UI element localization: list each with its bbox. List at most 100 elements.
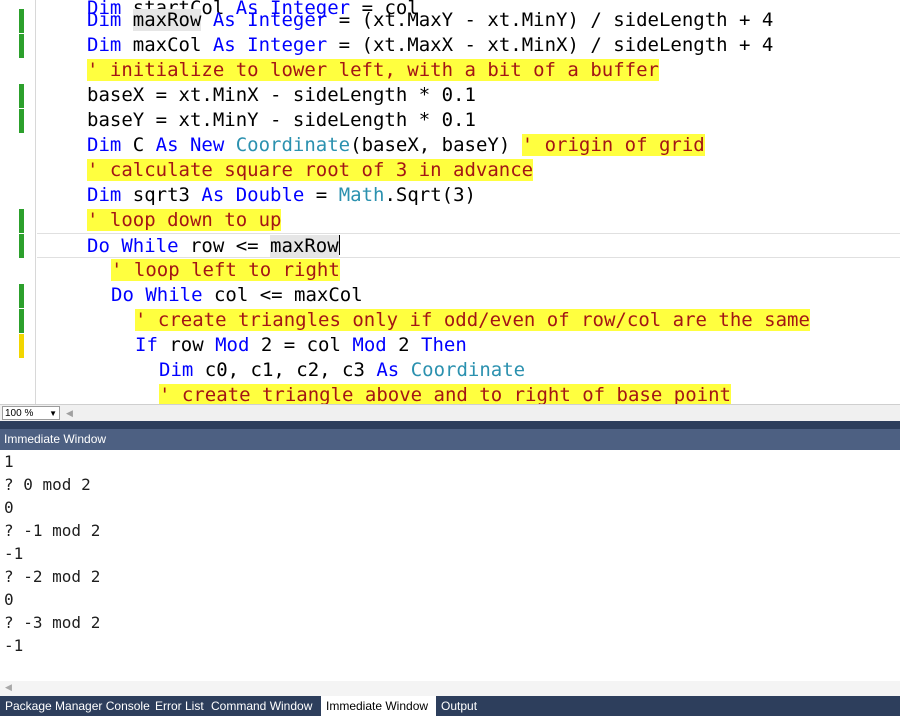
code-line[interactable]: ' loop down to up — [0, 208, 900, 233]
code-text: Do While row <= maxRow — [87, 234, 340, 259]
immediate-window-output[interactable]: 1 ? 0 mod 2 0 ? -1 mod 2 -1 ? -2 mod 2 0 ? -3 m… — [0, 450, 900, 681]
type-token: Coordinate — [410, 359, 526, 381]
change-marker-saved — [19, 34, 24, 58]
zoom-dropdown[interactable]: 100 % ▼ — [2, 406, 60, 420]
immediate-window-title: Immediate Window — [0, 429, 900, 450]
type-token: Coordinate — [235, 134, 351, 156]
code-line[interactable]: Dim sqrt3 As Double = Math.Sqrt(3) — [0, 183, 900, 208]
code-line[interactable]: If row Mod 2 = col Mod 2 Then — [0, 333, 900, 358]
keyword-token: As Integer — [201, 9, 328, 31]
code-token: C — [132, 134, 156, 156]
comment-token: ' loop down to up — [87, 209, 282, 231]
immediate-output-line: ? -3 mod 2 — [4, 613, 101, 632]
immediate-output-line: 0 — [4, 590, 14, 609]
code-line[interactable]: ' create triangles only if odd/even of r… — [0, 308, 900, 333]
comment-token: ' initialize to lower left, with a bit o… — [87, 59, 659, 81]
code-token: col <= maxCol — [213, 284, 363, 306]
keyword-token: As — [376, 359, 411, 381]
change-marker-saved — [19, 284, 24, 308]
comment-token: ' calculate square root of 3 in advance — [87, 159, 534, 181]
code-token: 2 = col — [260, 334, 353, 356]
code-text: baseX = xt.MinX - sideLength * 0.1 — [87, 83, 476, 108]
chevron-down-icon: ▼ — [49, 409, 57, 418]
keyword-token: Then — [421, 334, 467, 356]
code-line[interactable]: ' create triangle above and to right of … — [0, 383, 900, 404]
keyword-token: As New — [155, 134, 236, 156]
code-text: baseY = xt.MinY - sideLength * 0.1 — [87, 108, 476, 133]
comment-token: ' loop left to right — [111, 259, 340, 281]
change-marker-saved — [19, 84, 24, 108]
code-line[interactable]: baseX = xt.MinX - sideLength * 0.1 — [0, 83, 900, 108]
code-text: Do While col <= maxCol — [111, 283, 363, 308]
immediate-output-line: ? -1 mod 2 — [4, 521, 101, 540]
scroll-left-icon[interactable]: ◀ — [66, 408, 73, 419]
keyword-token: Dim — [87, 9, 133, 31]
change-marker-saved — [19, 9, 24, 33]
change-marker-saved — [19, 109, 24, 133]
code-line[interactable]: ' initialize to lower left, with a bit o… — [0, 58, 900, 83]
code-token: (baseX, baseY) — [350, 134, 522, 156]
keyword-token: Dim — [159, 359, 205, 381]
change-marker-saved — [19, 309, 24, 333]
code-token: maxCol — [132, 34, 213, 56]
change-marker-saved — [19, 234, 24, 258]
code-text: ' create triangles only if odd/even of r… — [135, 308, 810, 333]
code-token: baseY = xt.MinY - sideLength * 0.1 — [87, 109, 476, 131]
code-token: maxRow — [132, 9, 202, 31]
code-token: = (xt.MaxY - xt.MinY) / sideLength + 4 — [327, 9, 774, 31]
code-token: c0, c1, c2, c3 — [204, 359, 377, 381]
code-line[interactable]: Dim c0, c1, c2, c3 As Coordinate — [0, 358, 900, 383]
code-token: = — [304, 184, 339, 206]
code-token: = (xt.MaxX - xt.MinX) / sideLength + 4 — [327, 34, 774, 56]
immediate-output-line: -1 — [4, 544, 24, 563]
immediate-output-line: 0 — [4, 498, 14, 517]
tab-error-list[interactable]: Error List — [150, 696, 206, 716]
code-line[interactable]: ' loop left to right — [0, 258, 900, 283]
code-line[interactable]: Do While row <= maxRow — [37, 233, 900, 258]
keyword-token: As Integer — [212, 34, 328, 56]
code-line[interactable]: Dim maxCol As Integer = (xt.MaxX - xt.Mi… — [0, 33, 900, 58]
change-marker-saved — [19, 209, 24, 233]
code-token: row — [169, 334, 216, 356]
code-line[interactable]: Dim C As New Coordinate(baseX, baseY) ' … — [0, 133, 900, 158]
code-text: ' initialize to lower left, with a bit o… — [87, 58, 659, 83]
code-token: maxRow — [270, 235, 339, 257]
tab-command-window[interactable]: Command Window — [206, 696, 321, 716]
code-line[interactable]: Dim maxRow As Integer = (xt.MaxY - xt.Mi… — [0, 8, 900, 33]
change-marker-unsaved — [19, 334, 24, 358]
immediate-output-line: ? -2 mod 2 — [4, 567, 101, 586]
code-text: Dim sqrt3 As Double = Math.Sqrt(3) — [87, 183, 476, 208]
code-text: ' calculate square root of 3 in advance — [87, 158, 534, 183]
code-text: If row Mod 2 = col Mod 2 Then — [135, 333, 467, 358]
code-text: ' create triangle above and to right of … — [159, 383, 731, 404]
code-text: Dim maxCol As Integer = (xt.MaxX - xt.Mi… — [87, 33, 773, 58]
code-line[interactable]: baseY = xt.MinY - sideLength * 0.1 — [0, 108, 900, 133]
scroll-left-icon[interactable]: ◀ — [5, 682, 12, 693]
code-text: Dim c0, c1, c2, c3 As Coordinate — [159, 358, 525, 383]
code-text: Dim C As New Coordinate(baseX, baseY) ' … — [87, 133, 705, 158]
comment-token: ' origin of grid — [521, 134, 705, 156]
code-token: .Sqrt(3) — [384, 184, 476, 206]
comment-token: ' create triangle above and to right of … — [159, 384, 731, 404]
pane-splitter[interactable] — [0, 421, 900, 429]
keyword-token: Do While — [87, 235, 190, 257]
code-text: ' loop down to up — [87, 208, 282, 233]
editor-status-bar: 100 % ▼ ◀ — [0, 404, 900, 421]
code-token: baseX = xt.MinX - sideLength * 0.1 — [87, 84, 476, 106]
type-token: Math — [338, 184, 385, 206]
tab-immediate-window[interactable]: Immediate Window — [321, 696, 436, 716]
code-line[interactable]: ' calculate square root of 3 in advance — [0, 158, 900, 183]
code-line[interactable]: Do While col <= maxCol — [0, 283, 900, 308]
keyword-token: If — [135, 334, 170, 356]
tool-window-tabs: Package Manager Console Error List Command… — [0, 696, 900, 716]
immediate-output-line: ? 0 mod 2 — [4, 475, 91, 494]
keyword-token: Mod — [215, 334, 261, 356]
tab-output[interactable]: Output — [436, 696, 482, 716]
immediate-output-line: -1 — [4, 636, 24, 655]
code-text: Dim maxRow As Integer = (xt.MaxY - xt.Mi… — [87, 8, 773, 33]
code-editor[interactable]: Dim startCol As Integer = colDim maxRow … — [0, 0, 900, 404]
horizontal-scrollbar[interactable]: ◀ — [0, 681, 900, 696]
keyword-token: Dim — [87, 34, 133, 56]
keyword-token: Mod — [352, 334, 399, 356]
tab-package-manager-console[interactable]: Package Manager Console — [0, 696, 150, 716]
